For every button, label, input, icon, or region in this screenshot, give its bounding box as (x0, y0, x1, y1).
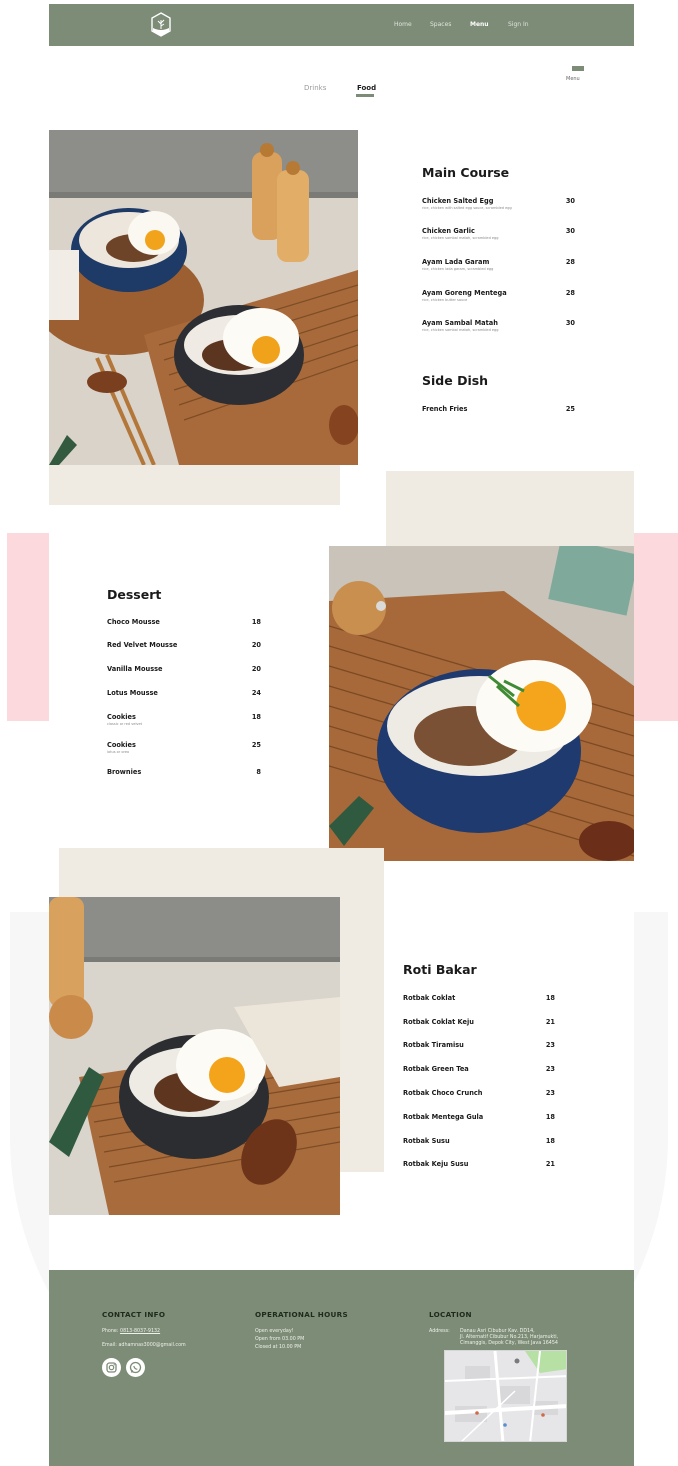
tab-food-underline (356, 94, 374, 97)
section-title-dessert: Dessert (107, 587, 162, 602)
item-price: 20 (251, 665, 261, 673)
food-photo-rice-bowl-blue (329, 546, 634, 861)
email-label: Email: (102, 1343, 117, 1348)
section-title-main-course: Main Course (422, 165, 510, 180)
whatsapp-icon[interactable] (126, 1358, 145, 1377)
decor-pink-left (7, 533, 49, 721)
item-price: 30 (565, 319, 575, 327)
nav-sign-in[interactable]: Sign In (508, 21, 529, 28)
item-desc: classic or red velvet (107, 722, 143, 726)
item-price: 28 (565, 289, 575, 297)
item-price: 21 (545, 1018, 555, 1026)
item-price: 20 (251, 641, 261, 649)
page: Home Spaces Menu Sign In Drinks Food Men… (49, 4, 634, 1466)
tab-food[interactable]: Food (357, 84, 376, 92)
item-desc: rice, chicken sambal matah, scrambled eg… (422, 328, 499, 332)
item-price: 30 (565, 197, 575, 205)
menu-item: Rotbak Coklat 18 (403, 994, 563, 1002)
menu-item: French Fries 25 (422, 405, 582, 413)
footer: CONTACT INFO Phone: 0813-8037-9132 Email… (49, 1270, 634, 1466)
menu-item: Chicken Salted Egg rice, chicken with sa… (422, 197, 582, 210)
menu-item: Cookies classic or red velvet 18 (107, 713, 267, 726)
section-title-side-dish: Side Dish (422, 373, 489, 388)
menu-item: Choco Mousse 18 (107, 618, 267, 626)
tab-drinks[interactable]: Drinks (304, 84, 326, 92)
menu-item: Cookies lotus or oreo 25 (107, 741, 267, 754)
menu-item: Chicken Garlic rice, chicken sambal mata… (422, 227, 582, 240)
menu-icon[interactable] (572, 66, 584, 71)
menu-item: Ayam Lada Garam rice, chicken lada garam… (422, 258, 582, 271)
item-desc: rice, chicken sambal matah, scrambled eg… (422, 236, 499, 240)
item-price: 18 (251, 713, 261, 721)
location-map[interactable] (444, 1350, 567, 1442)
menu-item: Rotbak Keju Susu 21 (403, 1160, 563, 1168)
item-price: 21 (545, 1160, 555, 1168)
item-desc: rice, chicken lada garam, scrambled egg (422, 267, 494, 271)
nav-menu[interactable]: Menu (470, 21, 489, 28)
hours-line: Open from 03.00 PM (255, 1337, 305, 1342)
instagram-icon[interactable] (102, 1358, 121, 1377)
section-title-roti-bakar: Roti Bakar (403, 962, 477, 977)
menu-item: Rotbak Coklat Keju 21 (403, 1018, 563, 1026)
item-price: 28 (565, 258, 575, 266)
item-desc: lotus or oreo (107, 750, 130, 754)
decor-pink-right (634, 533, 678, 721)
address-line: Cimanggis, Depok City, West Java 16454 (460, 1341, 558, 1346)
phone-link[interactable]: 0813-8037-9132 (120, 1329, 160, 1334)
item-price: 18 (251, 618, 261, 626)
menu-item: Ayam Goreng Mentega rice, chicken butter… (422, 289, 582, 302)
menu-item: Vanilla Mousse 20 (107, 665, 267, 673)
navbar: Home Spaces Menu Sign In (49, 4, 634, 46)
address-label: Address: (429, 1329, 450, 1334)
menu-item: Rotbak Tiramisu 23 (403, 1041, 563, 1049)
footer-location-title: LOCATION (429, 1310, 472, 1319)
item-desc: rice, chicken with salted egg sauce, scr… (422, 206, 512, 210)
food-photo-rice-bowls-1 (49, 130, 358, 465)
menu-item: Ayam Sambal Matah rice, chicken sambal m… (422, 319, 582, 332)
beige-block-2 (386, 471, 634, 549)
menu-item: Lotus Mousse 24 (107, 689, 267, 697)
menu-item: Rotbak Green Tea 23 (403, 1065, 563, 1073)
menu-button-label[interactable]: Menu (566, 76, 580, 82)
item-price: 18 (545, 994, 555, 1002)
footer-email: Email: adhamnas3000@gmail.com (102, 1342, 186, 1349)
hours-line: Open everyday! (255, 1329, 294, 1334)
item-desc: rice, chicken butter sauce (422, 298, 468, 302)
food-photo-rice-bowl-dark (49, 897, 340, 1215)
menu-item: Brownies 8 (107, 768, 267, 776)
footer-phone: Phone: 0813-8037-9132 (102, 1328, 160, 1335)
item-price: 8 (256, 768, 261, 776)
footer-contact-title: CONTACT INFO (102, 1310, 166, 1319)
item-price: 23 (545, 1089, 555, 1097)
tree-logo-icon[interactable] (150, 12, 172, 38)
nav-home[interactable]: Home (394, 21, 412, 28)
menu-item: Rotbak Susu 18 (403, 1137, 563, 1145)
item-price: 23 (545, 1041, 555, 1049)
menu-item: Rotbak Choco Crunch 23 (403, 1089, 563, 1097)
item-price: 30 (565, 227, 575, 235)
item-price: 24 (251, 689, 261, 697)
menu-item: Red Velvet Mousse 20 (107, 641, 267, 649)
item-price: 23 (545, 1065, 555, 1073)
nav-spaces[interactable]: Spaces (430, 21, 451, 28)
item-price: 25 (251, 741, 261, 749)
item-price: 18 (545, 1137, 555, 1145)
hours-line: Closed at 10.00 PM (255, 1345, 302, 1350)
phone-label: Phone: (102, 1329, 119, 1334)
footer-hours-title: OPERATIONAL HOURS (255, 1310, 348, 1319)
item-price: 18 (545, 1113, 555, 1121)
item-price: 25 (565, 405, 575, 413)
menu-item: Rotbak Mentega Gula 18 (403, 1113, 563, 1121)
email-link[interactable]: adhamnas3000@gmail.com (118, 1343, 185, 1348)
